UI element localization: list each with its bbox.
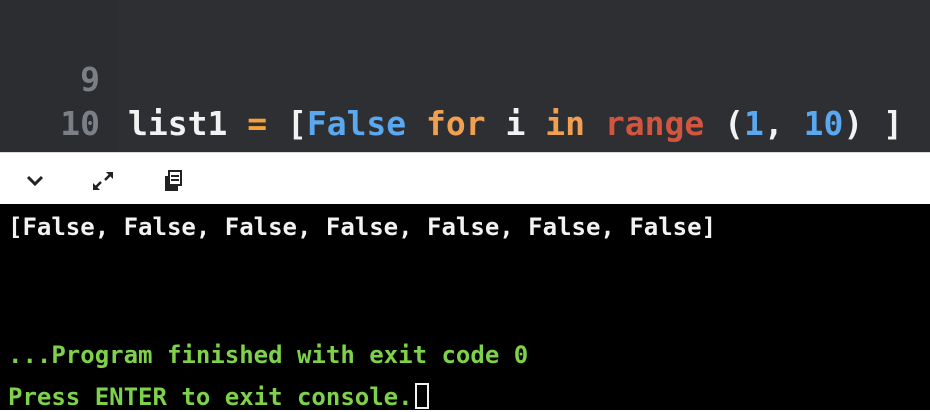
copy-output-button[interactable] (158, 167, 188, 195)
code-line-9[interactable]: 9 list1 = [False for i in range (1, 10) … (0, 14, 930, 143)
output-console[interactable]: [False, False, False, False, False, Fals… (0, 204, 930, 412)
program-output: [False, False, False, False, False, Fals… (8, 213, 717, 241)
exit-prompt-text: Press ENTER to exit console. (8, 383, 413, 411)
text-cursor (414, 383, 429, 409)
exit-status-message: ...Program finished with exit code 0 (8, 341, 529, 369)
copy-icon (165, 170, 182, 191)
code-editor[interactable]: 9 list1 = [False for i in range (1, 10) … (0, 0, 930, 233)
console-toolbar (0, 152, 930, 205)
expand-icon (93, 172, 113, 190)
collapse-console-button[interactable] (20, 167, 50, 195)
chevron-down-icon (26, 175, 44, 187)
code-line-11[interactable]: 11 print(list2) (0, 104, 930, 233)
expand-console-button[interactable] (88, 167, 118, 195)
code-line-10[interactable]: 10 list2 = list1 [-1:1:-1] (0, 58, 930, 187)
console-prompt-line: Press ENTER to exit console. (8, 382, 429, 412)
